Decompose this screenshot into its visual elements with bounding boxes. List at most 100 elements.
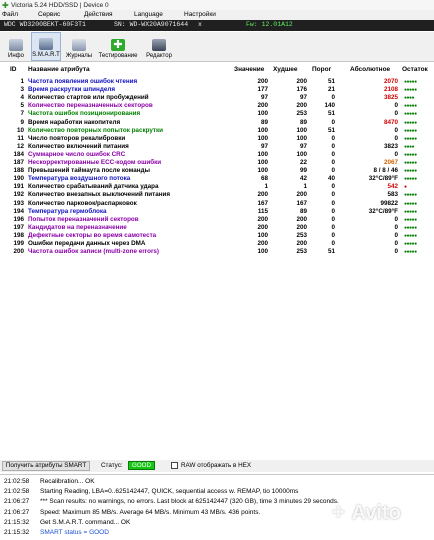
smart-row[interactable]: 7 Частота ошибок позиционирования 100 253 51…	[0, 110, 434, 118]
attr-health-dots: ●●●●●	[404, 160, 417, 166]
smart-row[interactable]: 194 Температура гермоблока 115 89 0 32°C/89°F…	[0, 208, 434, 216]
attr-health-dots: ●●●●●	[404, 151, 417, 158]
smart-row[interactable]: 193 Количество парковок/распарковок 167 167…	[0, 200, 434, 208]
attr-id: 11	[17, 134, 24, 142]
device-model[interactable]: WDC WD3200BEKT-60F3T1	[4, 21, 86, 28]
col-header-health[interactable]: Остаток	[402, 66, 428, 78]
smart-row[interactable]: 3 Время раскрутки шпинделя 177 176 21 2108 ●●●…	[0, 86, 434, 94]
attr-value: 200	[257, 223, 268, 231]
attr-raw: 0	[394, 150, 398, 158]
smart-row[interactable]: 9 Время наработки накопителя 89 89 0 8470 ●●●●…	[0, 119, 434, 127]
attr-raw: 0	[394, 134, 398, 142]
attr-value: 200	[257, 191, 268, 199]
attr-worst: 89	[299, 118, 307, 126]
log-message: *** Scan results: no warnings, no errors…	[40, 498, 339, 505]
tab-smart-label: S.M.A.R.T	[32, 52, 60, 58]
log-time: 21:15:32	[4, 529, 30, 536]
attr-health-dots: ●●●●●	[404, 224, 417, 231]
menu-actions[interactable]: Действия	[84, 11, 112, 18]
smart-row[interactable]: 188 Превышений таймаута после команды 100 9…	[0, 167, 434, 175]
attr-raw: 542	[387, 183, 398, 191]
attr-name: Попыток переназначений секторов	[28, 215, 139, 223]
col-header-raw[interactable]: Абсолютное	[350, 66, 390, 78]
smart-row[interactable]: 184 Суммарное число ошибок CRC 100 100 0 0 ●●●…	[0, 151, 434, 159]
attr-value: 97	[260, 94, 268, 102]
smart-row[interactable]: 10 Количество повторных попыток раскрутки…	[0, 127, 434, 135]
raw-hex-label[interactable]: RAW отображать в HEX	[181, 462, 251, 469]
get-smart-button[interactable]: Получить атрибуты SMART	[2, 461, 90, 471]
attr-health-dots: ●●●●●	[404, 241, 417, 247]
smart-row[interactable]: 4 Количество стартов или пробуждений 97 97 0…	[0, 94, 434, 102]
col-header-id[interactable]: ID	[10, 66, 22, 78]
attr-value: 200	[257, 240, 268, 247]
avito-logo-icon: ⁘	[330, 502, 347, 524]
attr-worst: 100	[296, 150, 307, 158]
attr-id: 194	[13, 207, 24, 215]
smart-row[interactable]: 197 Кандидатов на переназначение 200 200 0 0 ●…	[0, 224, 434, 232]
attr-health-dots: ●●●●●	[404, 135, 417, 142]
smart-row[interactable]: 198 Дефектные секторы во время самотеста 1…	[0, 232, 434, 240]
attr-threshold: 0	[331, 142, 335, 150]
smart-row[interactable]: 187 Нескорректированные ECC-кодом ошибки 1…	[0, 159, 434, 167]
tab-journals-label: Журналы	[65, 53, 93, 59]
attr-worst: 253	[296, 110, 307, 118]
menu-service[interactable]: Сервис	[38, 11, 60, 18]
smart-row[interactable]: 196 Попыток переназначений секторов 200 200…	[0, 216, 434, 224]
attr-health-dots: ●●●●●	[404, 111, 417, 118]
attr-health-dots: ●●●●●	[404, 176, 417, 183]
attr-health-dots: ●●●●●	[404, 119, 417, 126]
tab-info-label: Инфо	[8, 53, 24, 59]
log-line: 21:15:32 SMART status = GOOD	[0, 528, 434, 538]
smart-row[interactable]: 199 Ошибки передачи данных через DMA 200 20…	[0, 240, 434, 248]
attr-health-dots: ●●●●	[404, 143, 415, 150]
col-header-threshold[interactable]: Порог	[312, 66, 331, 78]
attr-value: 100	[257, 150, 268, 158]
col-header-value[interactable]: Значение	[234, 66, 264, 78]
col-header-worst[interactable]: Худшее	[273, 66, 297, 78]
attr-value: 100	[257, 248, 268, 256]
menu-settings[interactable]: Настройки	[184, 11, 216, 18]
tab-testing[interactable]: ✚ Тестирование	[96, 32, 140, 61]
attr-id: 3	[20, 86, 24, 94]
smart-row[interactable]: 11 Число повторов рекалибровки 100 100 0 0 ●●●…	[0, 135, 434, 143]
attr-worst: 89	[299, 207, 307, 215]
attr-raw: 8 / 8 / 46	[373, 167, 398, 175]
attr-worst: 200	[296, 223, 307, 231]
attr-worst: 200	[296, 215, 307, 223]
attr-health-dots: ●●●●●	[404, 192, 417, 199]
testing-icon: ✚	[111, 39, 125, 51]
tab-editor[interactable]: Редактор	[142, 32, 176, 61]
device-close-button[interactable]: x	[198, 21, 202, 28]
smart-row[interactable]: 192 Количество внезапных выключений питан…	[0, 191, 434, 199]
smart-row[interactable]: 1 Частота появления ошибок чтения 200 200 51…	[0, 78, 434, 86]
attr-threshold: 0	[331, 167, 335, 175]
attr-threshold: 0	[331, 134, 335, 142]
attr-health-dots: ●●●●●	[404, 168, 417, 175]
disk-info-icon	[9, 39, 23, 51]
attr-name: Количество парковок/распарковок	[28, 199, 137, 207]
smart-row[interactable]: 200 Частота ошибок записи (multi-zone err…	[0, 248, 434, 256]
attr-value: 100	[257, 159, 268, 166]
menu-language[interactable]: Language	[134, 11, 163, 18]
attr-id: 1	[20, 78, 24, 85]
smart-row[interactable]: 12 Количество включений питания 97 97 0 3823 ●…	[0, 143, 434, 151]
attr-name: Суммарное число ошибок CRC	[28, 150, 126, 158]
tab-journals[interactable]: Журналы	[63, 32, 95, 61]
menu-file[interactable]: Файл	[2, 11, 18, 18]
log-time: 21:06:27	[4, 509, 30, 516]
attr-threshold: 0	[331, 159, 335, 166]
attr-threshold: 40	[327, 175, 335, 183]
attr-value: 89	[260, 118, 268, 126]
attr-id: 5	[20, 102, 24, 110]
attr-raw: 2070	[383, 78, 398, 85]
attr-health-dots: ●●●●●	[404, 103, 417, 110]
attr-value: 200	[257, 215, 268, 223]
tab-smart[interactable]: S.M.A.R.T	[31, 32, 61, 61]
attr-raw: 2067	[383, 159, 398, 166]
attr-id: 192	[13, 191, 24, 199]
tab-info[interactable]: Инфо	[2, 32, 30, 61]
raw-hex-checkbox[interactable]	[171, 462, 178, 469]
attr-health-dots: ●●●●●	[404, 87, 417, 94]
attr-health-dots: ●●●●	[404, 95, 415, 102]
col-header-name[interactable]: Название атрибута	[28, 66, 90, 78]
